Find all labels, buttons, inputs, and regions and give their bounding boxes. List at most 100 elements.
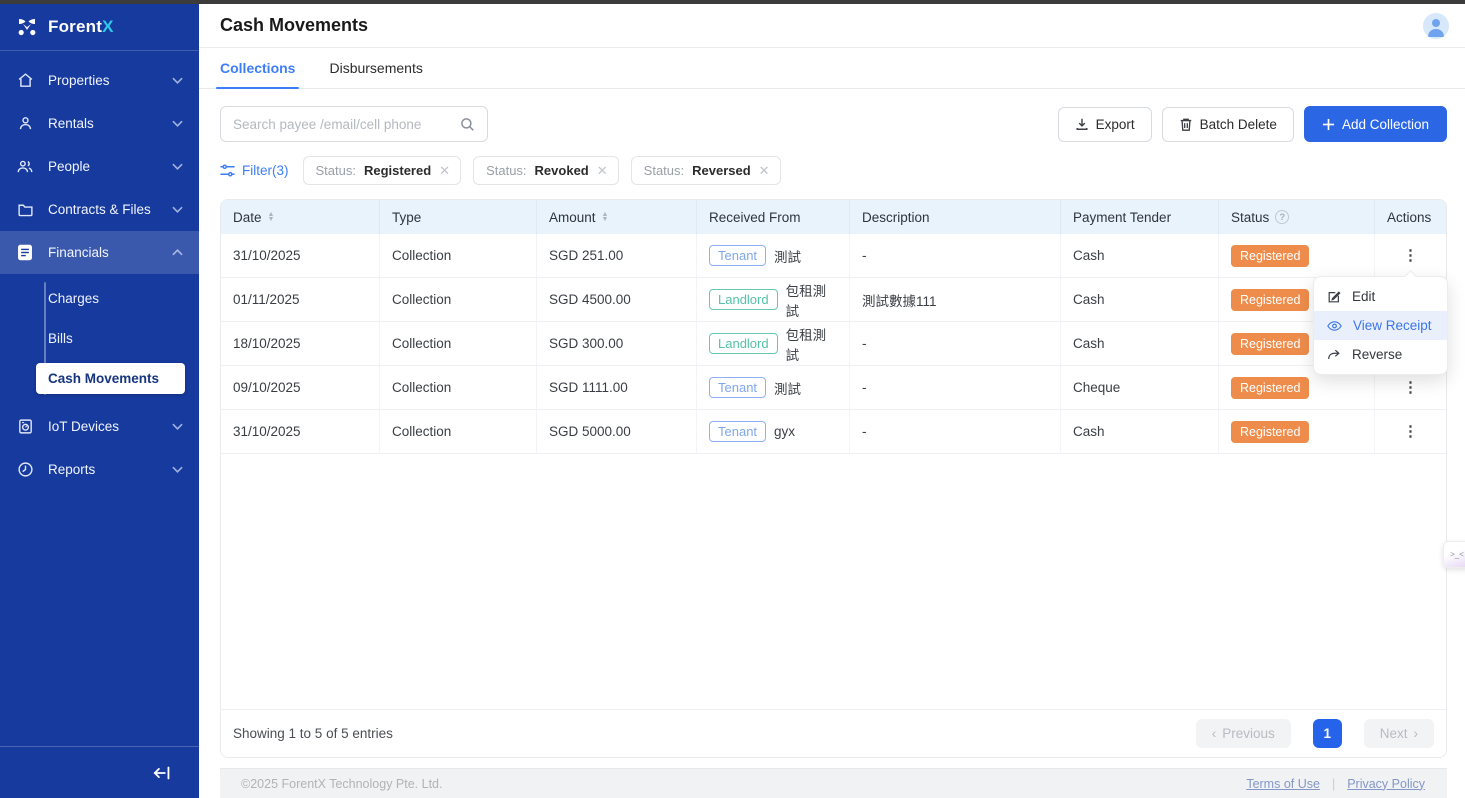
menu-item-reverse[interactable]: Reverse: [1314, 340, 1447, 369]
cell-amount: SGD 1111.00: [537, 366, 697, 410]
sidebar-item-bills[interactable]: Bills: [0, 318, 199, 358]
table-header-row: Date▲▼ Type Amount▲▼ Received From Descr…: [221, 200, 1446, 234]
sidebar-item-rentals[interactable]: Rentals: [0, 102, 199, 145]
row-actions-kebab-icon[interactable]: ⋮: [1387, 249, 1434, 263]
column-header-date[interactable]: Date▲▼: [221, 200, 380, 234]
cell-type: Collection: [380, 366, 537, 410]
filter-chip-reversed: Status: Reversed ✕: [631, 156, 781, 185]
add-collection-button[interactable]: Add Collection: [1304, 106, 1447, 142]
user-avatar[interactable]: [1423, 13, 1449, 39]
logo-text: ForentX: [48, 17, 114, 37]
chevron-left-icon: ‹: [1212, 726, 1217, 741]
cell-description: 測試數據111: [850, 278, 1061, 322]
tab-bar: Collections Disbursements: [199, 48, 1465, 89]
landlord-badge: Landlord: [709, 289, 778, 310]
table-row: 31/10/2025 Collection SGD 5000.00 Tenant…: [221, 410, 1446, 454]
clock-icon: [16, 461, 34, 479]
people-icon: [16, 158, 34, 176]
column-header-amount[interactable]: Amount▲▼: [537, 200, 697, 234]
chevron-down-icon: [172, 423, 183, 430]
row-actions-kebab-icon[interactable]: ⋮: [1387, 381, 1434, 395]
cell-description: -: [850, 410, 1061, 454]
tenant-badge: Tenant: [709, 421, 766, 442]
cell-payment-tender: Cash: [1061, 410, 1219, 454]
cell-amount: SGD 4500.00: [537, 278, 697, 322]
status-badge: Registered: [1231, 289, 1309, 311]
table-row: 01/11/2025 Collection SGD 4500.00 Landlo…: [221, 278, 1446, 322]
tenant-badge: Tenant: [709, 377, 766, 398]
page-1-button[interactable]: 1: [1313, 719, 1342, 748]
sidebar-item-contracts-files[interactable]: Contracts & Files: [0, 188, 199, 231]
person-icon: [16, 115, 34, 133]
status-badge: Registered: [1231, 333, 1309, 355]
help-icon[interactable]: ?: [1275, 210, 1289, 224]
batch-delete-button[interactable]: Batch Delete: [1162, 107, 1294, 142]
table-empty-space: [221, 454, 1446, 709]
trash-icon: [1179, 117, 1193, 132]
pagination-bar: Showing 1 to 5 of 5 entries ‹Previous 1 …: [221, 709, 1446, 757]
tab-collections[interactable]: Collections: [220, 48, 295, 88]
column-header-actions: Actions: [1375, 200, 1446, 234]
export-button[interactable]: Export: [1058, 107, 1152, 142]
sidebar-item-reports[interactable]: Reports: [0, 448, 199, 491]
terms-of-use-link[interactable]: Terms of Use: [1246, 777, 1320, 791]
page-footer: ©2025 ForentX Technology Pte. Ltd. Terms…: [220, 768, 1447, 798]
previous-page-button[interactable]: ‹Previous: [1196, 719, 1291, 748]
cell-date: 09/10/2025: [221, 366, 380, 410]
sort-icon[interactable]: ▲▼: [602, 212, 609, 222]
cell-payment-tender: Cash: [1061, 234, 1219, 278]
device-icon: [16, 418, 34, 436]
sidebar-item-iot-devices[interactable]: IoT Devices: [0, 405, 199, 448]
table-card: Date▲▼ Type Amount▲▼ Received From Descr…: [220, 199, 1447, 758]
tab-disbursements[interactable]: Disbursements: [329, 48, 422, 88]
cell-description: -: [850, 234, 1061, 278]
document-icon: [16, 244, 34, 262]
menu-item-view-receipt[interactable]: View Receipt: [1314, 311, 1447, 340]
privacy-policy-link[interactable]: Privacy Policy: [1347, 777, 1425, 791]
cell-description: -: [850, 366, 1061, 410]
row-actions-kebab-icon[interactable]: ⋮: [1387, 425, 1434, 439]
remove-chip-icon[interactable]: ✕: [439, 163, 450, 179]
toolbar-actions: Export Batch Delete Add Collection: [1058, 106, 1447, 142]
logo[interactable]: ForentX: [0, 4, 199, 50]
home-icon: [16, 72, 34, 90]
cell-payment-tender: Cheque: [1061, 366, 1219, 410]
cell-received-from: Tenantgyx: [697, 410, 850, 454]
cell-date: 31/10/2025: [221, 234, 380, 278]
status-badge: Registered: [1231, 245, 1309, 267]
cell-type: Collection: [380, 410, 537, 454]
menu-item-edit[interactable]: Edit: [1314, 282, 1447, 311]
pagination-summary: Showing 1 to 5 of 5 entries: [233, 726, 393, 741]
sidebar-item-properties[interactable]: Properties: [0, 59, 199, 102]
content: Export Batch Delete Add Collection: [199, 89, 1465, 798]
sidebar-item-people[interactable]: People: [0, 145, 199, 188]
cell-date: 01/11/2025: [221, 278, 380, 322]
search-icon[interactable]: [460, 117, 475, 132]
chevron-up-icon: [172, 249, 183, 256]
search-input[interactable]: [233, 117, 460, 132]
collapse-sidebar-icon[interactable]: [153, 765, 173, 781]
sidebar-footer: [0, 746, 199, 798]
next-page-button[interactable]: Next›: [1364, 719, 1434, 748]
page-title: Cash Movements: [220, 15, 368, 36]
filter-toggle[interactable]: Filter(3): [220, 163, 289, 178]
chevron-right-icon: ›: [1414, 726, 1419, 741]
copyright-text: ©2025 ForentX Technology Pte. Ltd.: [241, 777, 442, 791]
remove-chip-icon[interactable]: ✕: [597, 163, 608, 179]
cell-payment-tender: Cash: [1061, 278, 1219, 322]
tenant-badge: Tenant: [709, 245, 766, 266]
sidebar-item-charges[interactable]: Charges: [0, 278, 199, 318]
filter-icon: [220, 164, 235, 177]
cell-amount: SGD 251.00: [537, 234, 697, 278]
filter-row: Filter(3) Status: Registered ✕ Status: R…: [220, 156, 1447, 185]
cell-type: Collection: [380, 278, 537, 322]
remove-chip-icon[interactable]: ✕: [759, 163, 770, 179]
feedback-widget[interactable]: >_<: [1443, 541, 1465, 568]
sidebar-item-cash-movements[interactable]: Cash Movements: [36, 363, 185, 394]
sidebar-item-financials[interactable]: Financials: [0, 231, 199, 274]
financials-submenu: Charges Bills Cash Movements: [0, 274, 199, 405]
sort-icon[interactable]: ▲▼: [268, 212, 275, 222]
cell-amount: SGD 300.00: [537, 322, 697, 366]
sidebar-nav: Properties Rentals People: [0, 51, 199, 491]
table-row: 31/10/2025 Collection SGD 251.00 Tenant測…: [221, 234, 1446, 278]
